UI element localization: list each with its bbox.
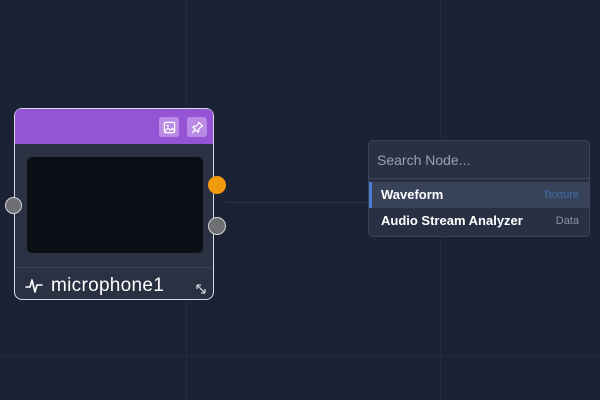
node-header[interactable] <box>15 109 213 144</box>
pin-icon <box>191 121 203 133</box>
input-port[interactable] <box>5 197 22 214</box>
grid-line <box>0 355 600 356</box>
result-type: Data <box>555 215 579 227</box>
footer-divider <box>15 267 213 268</box>
grid-line <box>226 202 368 203</box>
node-editor-canvas[interactable]: microphone1 Waveform Texture Audio Strea… <box>0 0 600 400</box>
result-name: Audio Stream Analyzer <box>381 213 523 228</box>
data-output-port[interactable] <box>208 217 226 235</box>
image-button[interactable] <box>159 117 179 137</box>
microphone-node[interactable]: microphone1 <box>14 108 214 300</box>
result-name: Waveform <box>381 187 444 202</box>
image-icon <box>163 121 175 133</box>
resize-icon[interactable] <box>195 283 207 295</box>
node-title: microphone1 <box>51 275 165 296</box>
texture-output-port[interactable] <box>208 176 226 194</box>
preview-area <box>27 157 203 253</box>
pin-button[interactable] <box>187 117 207 137</box>
result-type: Texture <box>542 189 579 201</box>
search-result-waveform[interactable]: Waveform Texture <box>369 182 589 208</box>
search-result-audio-stream-analyzer[interactable]: Audio Stream Analyzer Data <box>369 208 589 234</box>
node-search-popup: Waveform Texture Audio Stream Analyzer D… <box>368 140 590 237</box>
waveform-icon <box>25 279 43 293</box>
search-node-input[interactable] <box>369 141 589 179</box>
